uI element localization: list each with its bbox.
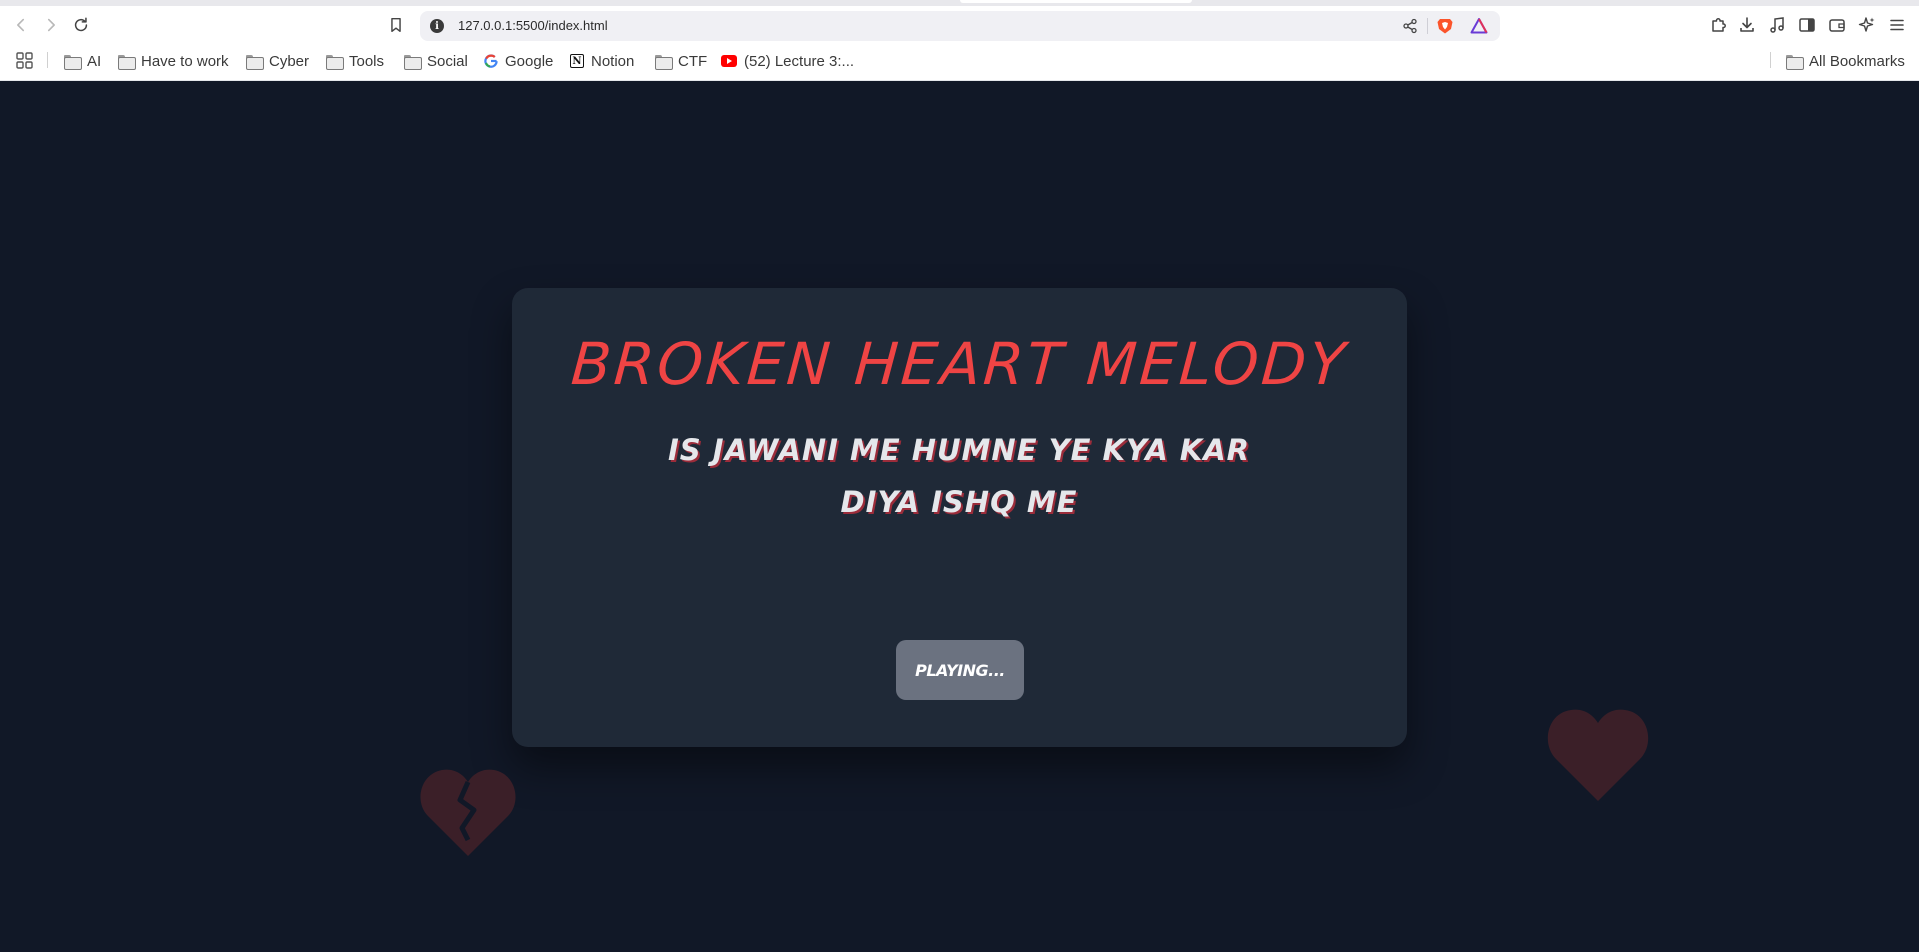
- hamburger-menu-icon: [1890, 19, 1904, 31]
- player-card: BROKEN HEART MELODY IS JAWANI ME HUMNE Y…: [512, 288, 1407, 747]
- forward-button[interactable]: [41, 15, 61, 35]
- bookmark-folder-ctf[interactable]: CTF: [655, 51, 707, 71]
- broken-heart-icon: [420, 769, 516, 856]
- bookmark-folder-tools[interactable]: Tools: [326, 51, 384, 71]
- leo-ai-button[interactable]: [1857, 15, 1877, 35]
- bookmark-youtube-lecture[interactable]: (52) Lecture 3:...: [721, 51, 854, 71]
- sidebar-icon: [1799, 18, 1815, 32]
- site-info-icon[interactable]: i: [430, 19, 444, 33]
- download-icon: [1740, 17, 1754, 32]
- bookmark-label: Have to work: [141, 52, 229, 70]
- google-icon: [484, 54, 498, 68]
- back-button[interactable]: [11, 15, 31, 35]
- bookmark-label: CTF: [678, 52, 708, 70]
- active-tab[interactable]: [960, 0, 1192, 3]
- wallet-icon: [1829, 19, 1845, 32]
- bookmark-label: Social: [427, 52, 468, 70]
- address-bar[interactable]: i 127.0.0.1:5500/index.html: [420, 11, 1500, 41]
- page-title: BROKEN HEART MELODY: [568, 330, 1351, 398]
- rewards-icon[interactable]: [1470, 17, 1488, 35]
- bookmark-label: Tools: [349, 52, 385, 70]
- bookmark-folder-have-to-work[interactable]: Have to work: [118, 51, 229, 71]
- notion-icon: N: [570, 54, 584, 68]
- bookmark-label: Cyber: [269, 52, 310, 70]
- folder-icon: [655, 54, 673, 70]
- bookmark-folder-cyber[interactable]: Cyber: [246, 51, 309, 71]
- menu-button[interactable]: [1887, 15, 1907, 35]
- bookmark-folder-social[interactable]: Social: [404, 51, 468, 71]
- downloads-button[interactable]: [1737, 15, 1757, 35]
- sparkle-icon: [1858, 17, 1875, 32]
- bookmark-google[interactable]: Google: [484, 51, 553, 71]
- url-text[interactable]: 127.0.0.1:5500/index.html: [458, 18, 608, 33]
- brave-shields-icon[interactable]: [1436, 17, 1454, 35]
- chevron-right-icon: [47, 18, 55, 32]
- extensions-button[interactable]: [1709, 15, 1729, 35]
- folder-icon: [64, 54, 82, 70]
- page-viewport: BROKEN HEART MELODY IS JAWANI ME HUMNE Y…: [0, 81, 1919, 952]
- folder-icon: [118, 54, 136, 70]
- bookmark-notion[interactable]: N Notion: [570, 51, 634, 71]
- all-bookmarks-label: All Bookmarks: [1809, 52, 1905, 70]
- play-button[interactable]: PLAYING...: [896, 640, 1024, 700]
- music-note-icon: [1770, 17, 1784, 33]
- share-icon[interactable]: [1402, 18, 1418, 34]
- folder-icon: [246, 54, 264, 70]
- browser-chrome: i 127.0.0.1:5500/index.html AI Have to w…: [0, 0, 1919, 81]
- all-bookmarks[interactable]: All Bookmarks: [1786, 51, 1905, 71]
- bookmarks-separator: [1770, 52, 1771, 68]
- folder-icon: [326, 54, 344, 70]
- bookmark-page-button[interactable]: [386, 15, 406, 35]
- heart-icon: [1547, 709, 1649, 801]
- wallet-button[interactable]: [1827, 15, 1847, 35]
- lyric-text: IS JAWANI ME HUMNE YE KYA KAR DIYA ISHQ …: [668, 433, 1250, 519]
- bookmark-folder-ai[interactable]: AI: [64, 51, 101, 71]
- reload-icon: [74, 17, 88, 32]
- bookmark-label: Google: [505, 52, 554, 70]
- chevron-left-icon: [17, 18, 25, 32]
- bookmark-label: AI: [87, 52, 102, 70]
- address-bar-divider: [1427, 18, 1428, 34]
- youtube-icon: [721, 55, 737, 67]
- media-button[interactable]: [1767, 15, 1787, 35]
- folder-icon: [404, 54, 422, 70]
- puzzle-icon: [1712, 18, 1726, 32]
- bookmark-label: Notion: [591, 52, 635, 70]
- bookmark-icon: [391, 17, 401, 33]
- bookmarks-bar: AI Have to work Cyber Tools Social Googl…: [0, 48, 1919, 74]
- sidebar-button[interactable]: [1797, 15, 1817, 35]
- reload-button[interactable]: [71, 15, 91, 35]
- bookmark-label: (52) Lecture 3:...: [744, 52, 855, 70]
- folder-icon: [1786, 54, 1804, 70]
